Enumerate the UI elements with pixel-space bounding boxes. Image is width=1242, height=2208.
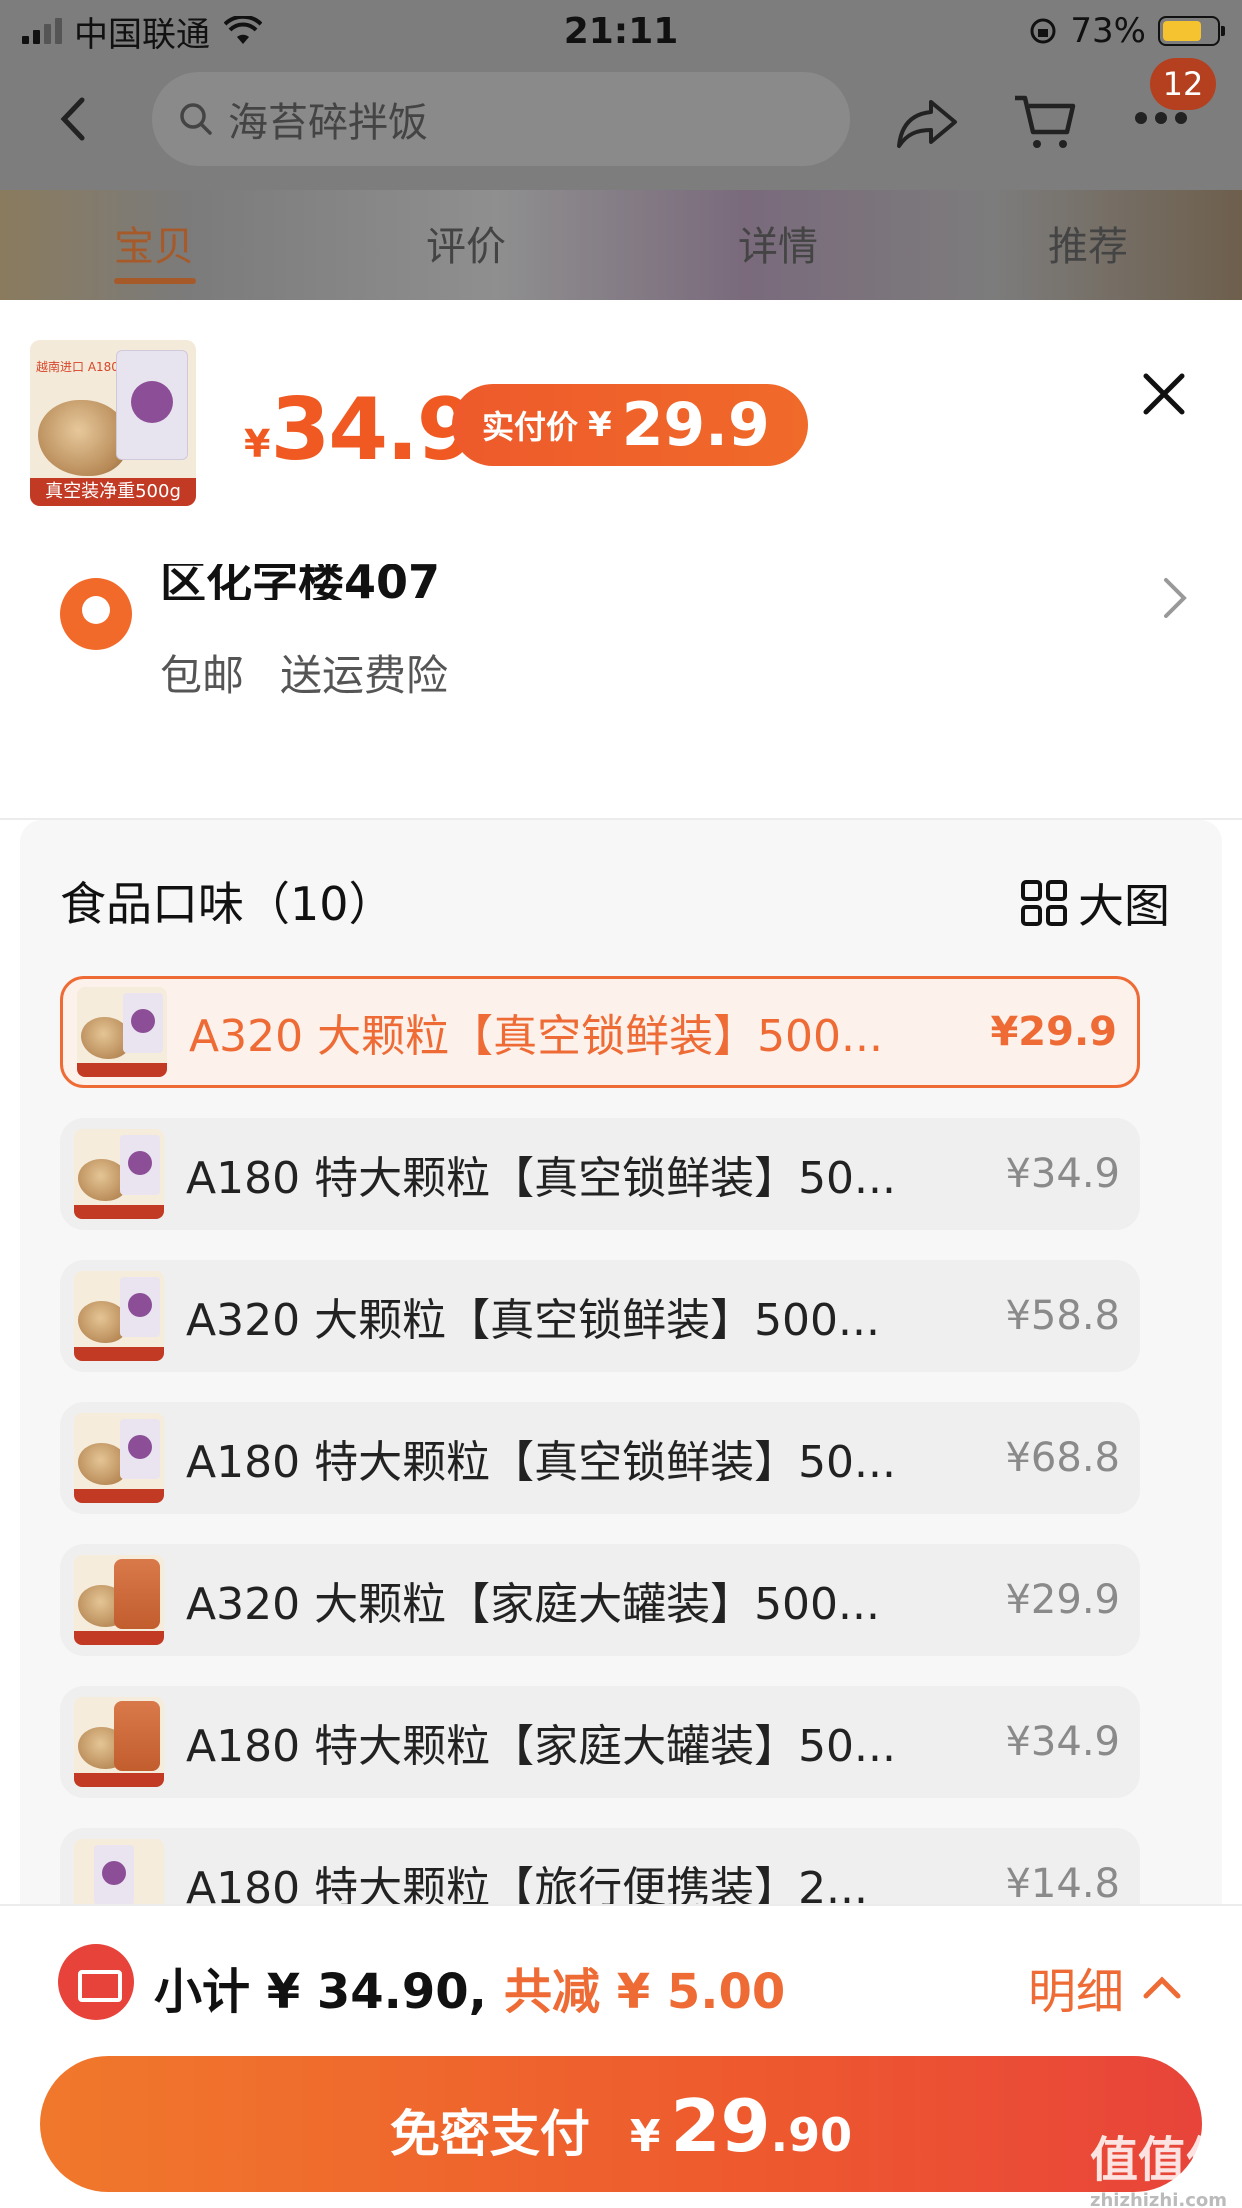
- pay-button-label: 免密支付: [389, 2105, 590, 2163]
- option-price: ¥58.8: [1005, 1293, 1120, 1339]
- option-thumbnail: [74, 1413, 164, 1503]
- active-tab-indicator: [114, 278, 196, 284]
- pay-currency-symbol: ¥: [629, 2111, 661, 2162]
- option-item[interactable]: A180 特大颗粒【家庭大罐装】50... ¥34.9: [60, 1686, 1140, 1798]
- option-thumbnail: [74, 1697, 164, 1787]
- shipping-insurance-tag: 送运费险: [280, 651, 449, 700]
- grid-icon: [1021, 880, 1067, 926]
- option-item[interactable]: A320 大颗粒【真空锁鲜装】500... ¥58.8: [60, 1260, 1140, 1372]
- price-detail-button[interactable]: 明细: [1028, 1952, 1182, 2022]
- watermark: 值值值 zhizhizhi.com: [1090, 2132, 1235, 2208]
- product-thumbnail[interactable]: 越南进口 A180特大 真空装净重500g: [30, 340, 196, 506]
- battery-percent: 73%: [1070, 11, 1146, 51]
- chevron-up-icon: [1143, 1976, 1181, 1999]
- detail-label: 明细: [1028, 1964, 1125, 2020]
- actual-price-value: 29.9: [621, 390, 770, 460]
- actual-price-pill: 实付价 ¥ 29.9: [452, 384, 808, 466]
- option-item[interactable]: A180 特大颗粒【真空锁鲜装】50... ¥34.9: [60, 1118, 1140, 1230]
- option-item[interactable]: A180 特大颗粒【真空锁鲜装】50... ¥68.8: [60, 1402, 1140, 1514]
- battery-icon: [1158, 16, 1225, 46]
- option-price: ¥29.9: [990, 1009, 1117, 1055]
- cashew-image: [38, 400, 128, 476]
- close-button[interactable]: [1140, 370, 1188, 418]
- nav-bar: 海苔碎拌饭: [0, 62, 1242, 172]
- option-label: A320 大颗粒【真空锁鲜装】500...: [186, 1295, 881, 1346]
- address-text: 区化字楼407: [160, 564, 441, 600]
- big-image-toggle[interactable]: 大图: [1020, 870, 1170, 936]
- back-button[interactable]: [50, 94, 100, 144]
- coupon-icon: [58, 1944, 134, 2020]
- currency-symbol: ¥: [244, 422, 271, 466]
- actual-price-label: 实付价: [482, 408, 579, 446]
- option-list: A320 大颗粒【真空锁鲜装】500... ¥29.9 A180 特大颗粒【真空…: [60, 976, 1160, 1970]
- location-icon: [60, 578, 132, 650]
- option-thumbnail: [74, 1129, 164, 1219]
- option-item[interactable]: A320 大颗粒【真空锁鲜装】500... ¥29.9: [60, 976, 1140, 1088]
- option-label: A180 特大颗粒【真空锁鲜装】50...: [186, 1437, 897, 1488]
- option-price: ¥34.9: [1005, 1719, 1120, 1765]
- option-label: A320 大颗粒【真空锁鲜装】500...: [189, 1011, 884, 1062]
- option-price: ¥29.9: [1005, 1577, 1120, 1623]
- actual-price-symbol: ¥: [588, 405, 612, 445]
- search-icon: [180, 103, 212, 135]
- option-thumbnail: [74, 1555, 164, 1645]
- share-button[interactable]: [895, 96, 959, 150]
- shipping-tags: 包邮 送运费险: [160, 642, 448, 703]
- option-label: A320 大颗粒【家庭大罐装】500...: [186, 1579, 881, 1630]
- package-image: [116, 350, 188, 460]
- free-shipping-tag: 包邮: [160, 651, 245, 700]
- tabs-bar: 宝贝 评价 详情 推荐: [0, 190, 1242, 300]
- thumbnail-weight-tag: 真空装净重500g: [30, 478, 196, 506]
- option-label: A180 特大颗粒【真空锁鲜装】50...: [186, 1153, 897, 1204]
- search-placeholder: 海苔碎拌饭: [228, 100, 428, 146]
- option-price: ¥68.8: [1005, 1435, 1120, 1481]
- chevron-right-icon: [1164, 578, 1187, 618]
- option-item[interactable]: A320 大颗粒【家庭大罐装】500... ¥29.9: [60, 1544, 1140, 1656]
- tab-details[interactable]: 详情: [738, 214, 818, 272]
- tab-recommend[interactable]: 推荐: [1048, 214, 1128, 272]
- option-price: ¥14.8: [1005, 1861, 1120, 1907]
- pay-amount-integer: 29: [670, 2084, 771, 2168]
- rotation-lock-icon: [1030, 18, 1056, 44]
- tab-reviews[interactable]: 评价: [426, 214, 506, 272]
- original-price: ¥34.9: [244, 380, 477, 480]
- option-thumbnail: [74, 1271, 164, 1361]
- tab-item[interactable]: 宝贝: [114, 214, 194, 272]
- discount-text: 共减 ¥ 5.00: [504, 1964, 786, 2020]
- options-title: 食品口味（10）: [60, 877, 395, 931]
- option-label: A180 特大颗粒【家庭大罐装】50...: [186, 1721, 897, 1772]
- big-image-label: 大图: [1078, 879, 1170, 933]
- status-bar: 中国联通 21:11 73%: [0, 0, 1242, 62]
- subtotal-text: 小计 ¥ 34.90,: [154, 1964, 487, 2020]
- carrier-name: 中国联通: [74, 14, 210, 55]
- wifi-icon: [224, 16, 262, 44]
- checkout-footer: 小计 ¥ 34.90, 共减 ¥ 5.00 明细 免密支付 ¥ 29 .90: [0, 1904, 1242, 2208]
- background-page-header: 中国联通 21:11 73% 海苔碎拌饭 12 宝贝 评价 详情 推荐: [0, 0, 1242, 300]
- message-badge: 12: [1150, 58, 1216, 110]
- signal-icon: [22, 18, 62, 44]
- search-input[interactable]: 海苔碎拌饭: [152, 72, 850, 166]
- more-button[interactable]: [1135, 112, 1187, 124]
- pay-amount-decimal: .90: [770, 2108, 853, 2162]
- option-price: ¥34.9: [1005, 1151, 1120, 1197]
- option-thumbnail: [77, 987, 167, 1077]
- address-row[interactable]: 区化字楼407 包邮 送运费险: [0, 564, 1242, 720]
- cart-button[interactable]: [1013, 92, 1077, 152]
- price-value: 34.9: [270, 380, 476, 480]
- pay-button[interactable]: 免密支付 ¥ 29 .90: [40, 2056, 1202, 2192]
